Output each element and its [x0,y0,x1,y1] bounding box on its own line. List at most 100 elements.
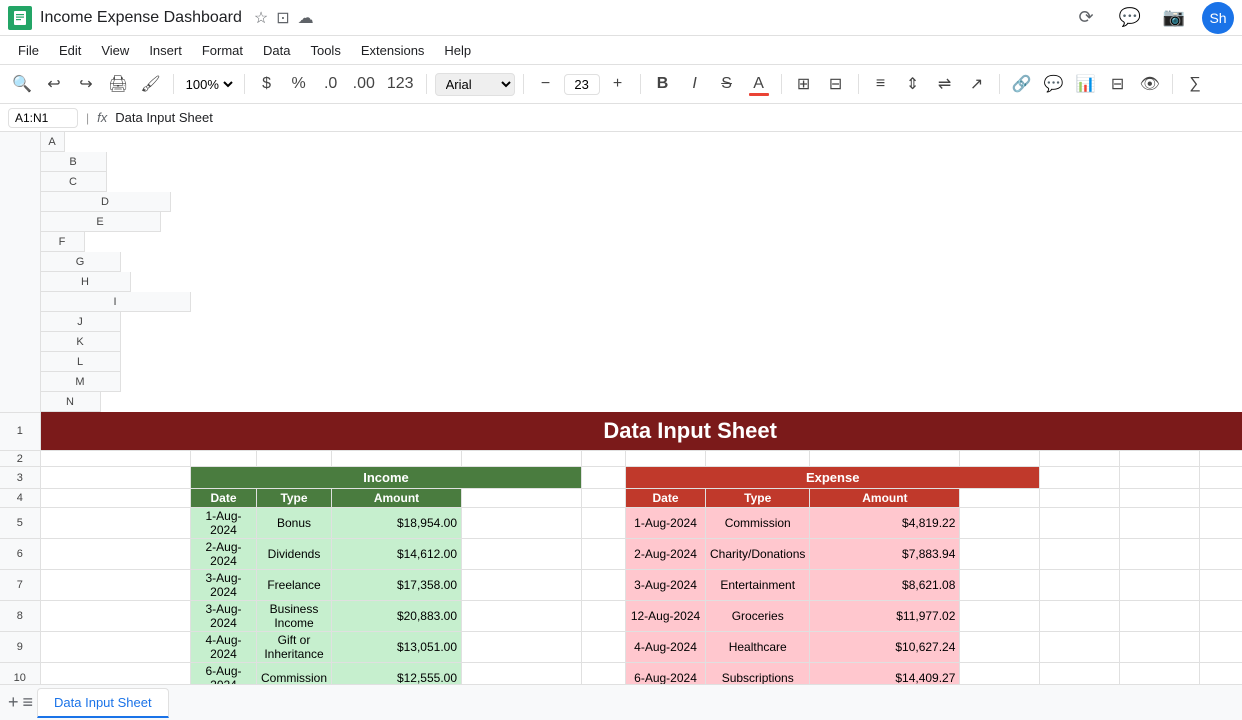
increase-font-button[interactable]: + [604,70,632,98]
cell[interactable] [960,570,1040,601]
col-header-d[interactable]: D [41,192,171,212]
expense-type-cell[interactable]: Entertainment [706,570,810,601]
col-header-f[interactable]: F [41,232,85,252]
cell[interactable] [960,539,1040,570]
comment-button[interactable]: 💬 [1114,2,1146,34]
cell[interactable] [582,570,626,601]
expense-type-cell[interactable]: Groceries [706,601,810,632]
income-date-cell[interactable]: 1-Aug-2024 [191,508,257,539]
cell[interactable] [40,467,191,489]
col-header-l[interactable]: L [41,352,121,372]
cell[interactable] [1200,539,1242,570]
cell[interactable] [960,508,1040,539]
cell[interactable] [1040,632,1120,663]
menu-data[interactable]: Data [253,39,300,62]
user-avatar[interactable]: Sh [1202,2,1234,34]
cell[interactable] [1200,451,1242,467]
cell[interactable] [582,467,626,489]
cell[interactable] [40,632,191,663]
cell[interactable] [1040,508,1120,539]
expense-type-cell[interactable]: Healthcare [706,632,810,663]
cell[interactable] [1200,570,1242,601]
income-amount-cell[interactable]: $14,612.00 [332,539,462,570]
percent-button[interactable]: % [285,70,313,98]
col-header-j[interactable]: J [41,312,121,332]
cell[interactable] [462,508,582,539]
income-date-cell[interactable]: 6-Aug-2024 [191,663,257,685]
cell[interactable] [462,539,582,570]
add-sheet-button[interactable]: + [8,692,19,713]
rotate-button[interactable]: ↗ [963,70,991,98]
cell[interactable] [462,570,582,601]
cell[interactable] [1120,570,1200,601]
cell[interactable] [462,451,582,467]
income-amount-cell[interactable]: $18,954.00 [332,508,462,539]
font-select[interactable]: Arial [435,73,515,96]
currency-button[interactable]: $ [253,70,281,98]
menu-file[interactable]: File [8,39,49,62]
menu-format[interactable]: Format [192,39,253,62]
col-header-c[interactable]: C [41,172,107,192]
cell[interactable] [1120,489,1200,508]
bold-button[interactable]: B [649,70,677,98]
format-123-button[interactable]: 123 [383,70,418,98]
menu-insert[interactable]: Insert [139,39,192,62]
print-button[interactable]: 🖨 [104,70,132,98]
cell[interactable] [1040,570,1120,601]
cell[interactable] [1200,601,1242,632]
expense-date-cell[interactable]: 12-Aug-2024 [626,601,706,632]
formula-input[interactable]: Data Input Sheet [115,110,1234,125]
font-size-input[interactable]: 23 [564,74,600,95]
font-color-button[interactable]: A [745,70,773,98]
cell[interactable] [1040,489,1120,508]
filter-button[interactable]: ⊟ [1104,70,1132,98]
cell[interactable] [40,539,191,570]
cell-reference-input[interactable]: A1:N1 [8,108,78,128]
cell[interactable] [1040,539,1120,570]
italic-button[interactable]: I [681,70,709,98]
chart-button[interactable]: 📊 [1072,70,1100,98]
income-type-cell[interactable]: Dividends [257,539,332,570]
income-amount-cell[interactable]: $20,883.00 [332,601,462,632]
cell[interactable] [1200,489,1242,508]
expense-type-cell[interactable]: Subscriptions [706,663,810,685]
expense-date-cell[interactable]: 4-Aug-2024 [626,632,706,663]
cell[interactable] [1120,601,1200,632]
cell[interactable] [1040,467,1120,489]
cell[interactable] [1120,508,1200,539]
cell[interactable] [960,489,1040,508]
cell[interactable] [1120,632,1200,663]
cell[interactable] [1120,663,1200,685]
cell[interactable] [1040,663,1120,685]
redo-button[interactable]: ↪ [72,70,100,98]
cell[interactable] [40,508,191,539]
decrease-font-button[interactable]: − [532,70,560,98]
cell[interactable] [40,451,191,467]
income-amount-cell[interactable]: $13,051.00 [332,632,462,663]
cell[interactable] [1200,508,1242,539]
income-type-cell[interactable]: Commission [257,663,332,685]
cloud-icon[interactable]: ☁ [298,8,314,28]
menu-extensions[interactable]: Extensions [351,39,435,62]
cell[interactable] [40,663,191,685]
increase-decimal-button[interactable]: .00 [349,70,379,98]
history-button[interactable]: ⟳ [1070,2,1102,34]
cell[interactable] [582,663,626,685]
col-header-k[interactable]: K [41,332,121,352]
cell[interactable] [582,539,626,570]
expense-amount-cell[interactable]: $14,409.27 [810,663,960,685]
expense-amount-cell[interactable]: $4,819.22 [810,508,960,539]
cell[interactable] [462,601,582,632]
cell[interactable] [40,489,191,508]
cell[interactable] [1200,632,1242,663]
col-header-b[interactable]: B [41,152,107,172]
strikethrough-button[interactable]: S [713,70,741,98]
paint-format-button[interactable]: 🖌 [136,70,164,98]
income-type-cell[interactable]: Gift or Inheritance [257,632,332,663]
expense-amount-cell[interactable]: $7,883.94 [810,539,960,570]
col-header-m[interactable]: M [41,372,121,392]
cell[interactable] [1120,467,1200,489]
income-type-cell[interactable]: Bonus [257,508,332,539]
col-header-n[interactable]: N [41,392,101,412]
cell[interactable] [332,451,462,467]
